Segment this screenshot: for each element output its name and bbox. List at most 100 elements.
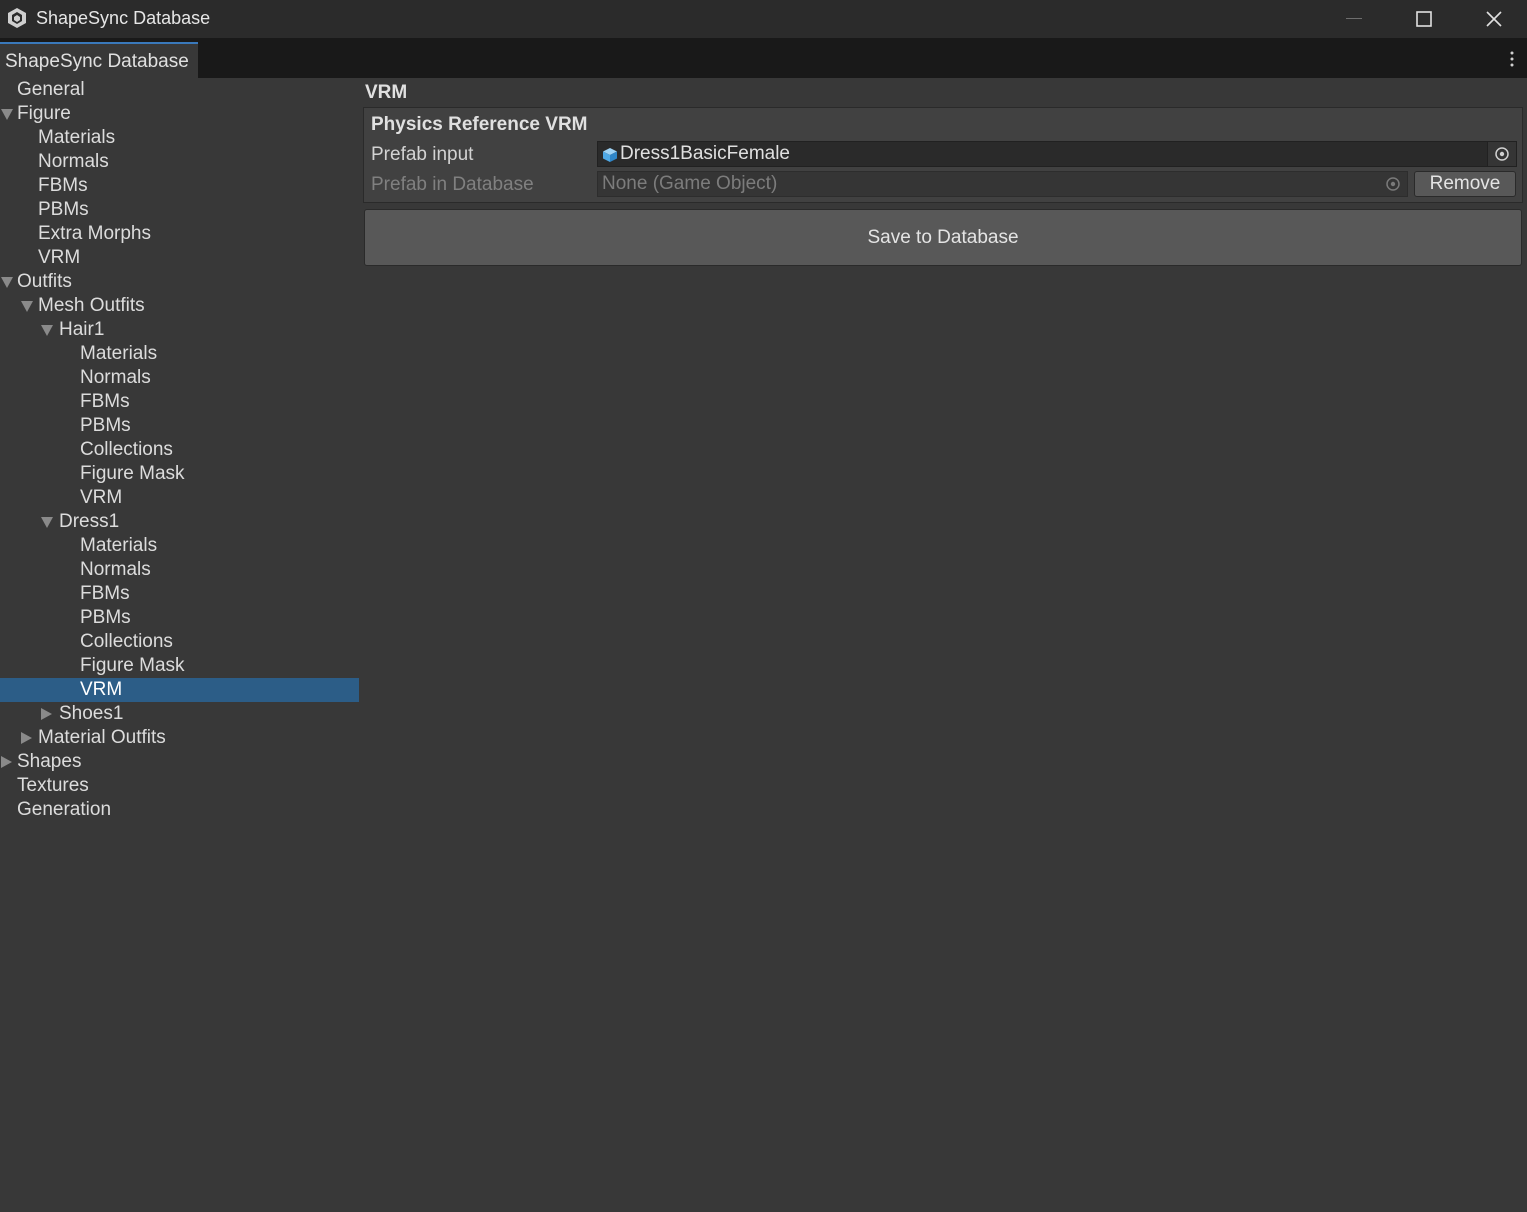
physics-reference-section: Physics Reference VRM Prefab input Dress… [363,107,1523,203]
tree-item-figure-mask[interactable]: Figure Mask [0,462,359,486]
tree-item-label: Normals [80,367,151,388]
maximize-icon [1416,11,1432,27]
tree-item-outfits[interactable]: Outfits [0,270,359,294]
tree-item-label: PBMs [38,199,89,220]
tree-item-label: Generation [17,799,112,820]
tree-item-shoes1[interactable]: Shoes1 [0,702,359,726]
tree-item-label: Shapes [17,751,82,772]
tree-item-label: VRM [38,247,81,268]
tree-item-label: VRM [80,487,123,508]
tree-item-label: PBMs [80,415,131,436]
tree-item-material-outfits[interactable]: Material Outfits [0,726,359,750]
tree-item-label: Collections [80,439,173,460]
tree-item-normals[interactable]: Normals [0,558,359,582]
expand-arrow-down-icon[interactable] [21,301,33,312]
more-options-icon[interactable] [1507,50,1517,68]
tree-item-label: Figure Mask [80,655,185,676]
tree-item-figure[interactable]: Figure [0,102,359,126]
tree-item-vrm[interactable]: VRM [0,678,359,702]
tree-item-hair1[interactable]: Hair1 [0,318,359,342]
save-to-database-button[interactable]: Save to Database [364,209,1522,266]
tree-item-label: Materials [38,127,116,148]
maximize-button[interactable] [1389,0,1459,38]
tree-item-fbms[interactable]: FBMs [0,582,359,606]
tree-item-label: FBMs [80,583,130,604]
tree-item-textures[interactable]: Textures [0,774,359,798]
tree-item-label: Normals [80,559,151,580]
tree-item-label: Textures [17,775,89,796]
tree-item-fbms[interactable]: FBMs [0,390,359,414]
window-title: ShapeSync Database [36,8,211,28]
prefab-input-value: Dress1BasicFemale [620,143,790,164]
tree-item-shapes[interactable]: Shapes [0,750,359,774]
tree-item-extra-morphs[interactable]: Extra Morphs [0,222,359,246]
tree-item-vrm[interactable]: VRM [0,246,359,270]
tree-item-label: Outfits [17,271,72,292]
tree-item-label: Materials [80,343,158,364]
tab-shapesync-database[interactable]: ShapeSync Database [0,42,198,78]
minimize-button[interactable] [1319,0,1389,38]
tree-item-pbms[interactable]: PBMs [0,414,359,438]
tree-item-label: Hair1 [59,319,105,340]
expand-arrow-right-icon[interactable] [21,732,32,744]
tree-item-label: FBMs [80,391,130,412]
section-title: Physics Reference VRM [371,114,588,135]
tree-item-normals[interactable]: Normals [0,366,359,390]
prefab-input-label: Prefab input [371,144,474,165]
tab-strip: ShapeSync Database [0,38,1527,78]
close-button[interactable] [1459,0,1527,38]
tree-item-vrm[interactable]: VRM [0,486,359,510]
tree-item-label: Figure [17,103,71,124]
tree-item-label: FBMs [38,175,88,196]
tree-item-mesh-outfits[interactable]: Mesh Outfits [0,294,359,318]
remove-button[interactable]: Remove [1414,171,1516,197]
tree-item-collections[interactable]: Collections [0,630,359,654]
tree-item-label: Figure Mask [80,463,185,484]
window-titlebar: ShapeSync Database [0,0,1527,38]
tree-item-dress1[interactable]: Dress1 [0,510,359,534]
tree-item-normals[interactable]: Normals [0,150,359,174]
page-title: VRM [365,82,408,103]
prefab-input-field[interactable]: Dress1BasicFemale [597,141,1517,167]
tree-item-label: Normals [38,151,109,172]
expand-arrow-right-icon[interactable] [41,708,52,720]
tree-item-label: Dress1 [59,511,120,532]
prefab-db-label: Prefab in Database [371,174,534,195]
tree-item-pbms[interactable]: PBMs [0,606,359,630]
tree-item-label: Collections [80,631,173,652]
tree-item-label: Mesh Outfits [38,295,145,316]
object-picker-button-disabled [1379,172,1407,196]
tree-item-materials[interactable]: Materials [0,126,359,150]
tree-item-materials[interactable]: Materials [0,534,359,558]
tree-item-label: General [17,79,85,100]
tree-item-label: Extra Morphs [38,223,151,244]
tree-item-label: PBMs [80,607,131,628]
inspector-panel: VRM Physics Reference VRM Prefab input D… [359,78,1527,1212]
tree-item-materials[interactable]: Materials [0,342,359,366]
expand-arrow-down-icon[interactable] [1,277,13,288]
target-picker-icon [1495,147,1509,161]
tree-item-fbms[interactable]: FBMs [0,174,359,198]
tree-item-label: Shoes1 [59,703,124,724]
expand-arrow-down-icon[interactable] [1,109,13,120]
expand-arrow-down-icon[interactable] [41,517,53,528]
tree-item-label: VRM [80,679,123,700]
prefab-cube-icon [603,148,617,162]
expand-arrow-right-icon[interactable] [1,756,12,768]
expand-arrow-down-icon[interactable] [41,325,53,336]
unity-logo-icon [8,8,26,28]
tree-item-pbms[interactable]: PBMs [0,198,359,222]
target-picker-icon [1386,177,1400,191]
object-picker-button[interactable] [1487,142,1516,166]
tree-item-label: Material Outfits [38,727,166,748]
minimize-icon [1346,18,1362,19]
tree-item-figure-mask[interactable]: Figure Mask [0,654,359,678]
prefab-db-value: None (Game Object) [602,173,778,194]
tree-item-general[interactable]: General [0,78,359,102]
tree-item-collections[interactable]: Collections [0,438,359,462]
tree-item-generation[interactable]: Generation [0,798,359,822]
prefab-db-field: None (Game Object) [597,171,1408,197]
tree-item-label: Materials [80,535,158,556]
close-icon [1486,11,1502,27]
category-tree: General Figure Materials Normals FBMs PBMs Ext… [0,78,359,838]
